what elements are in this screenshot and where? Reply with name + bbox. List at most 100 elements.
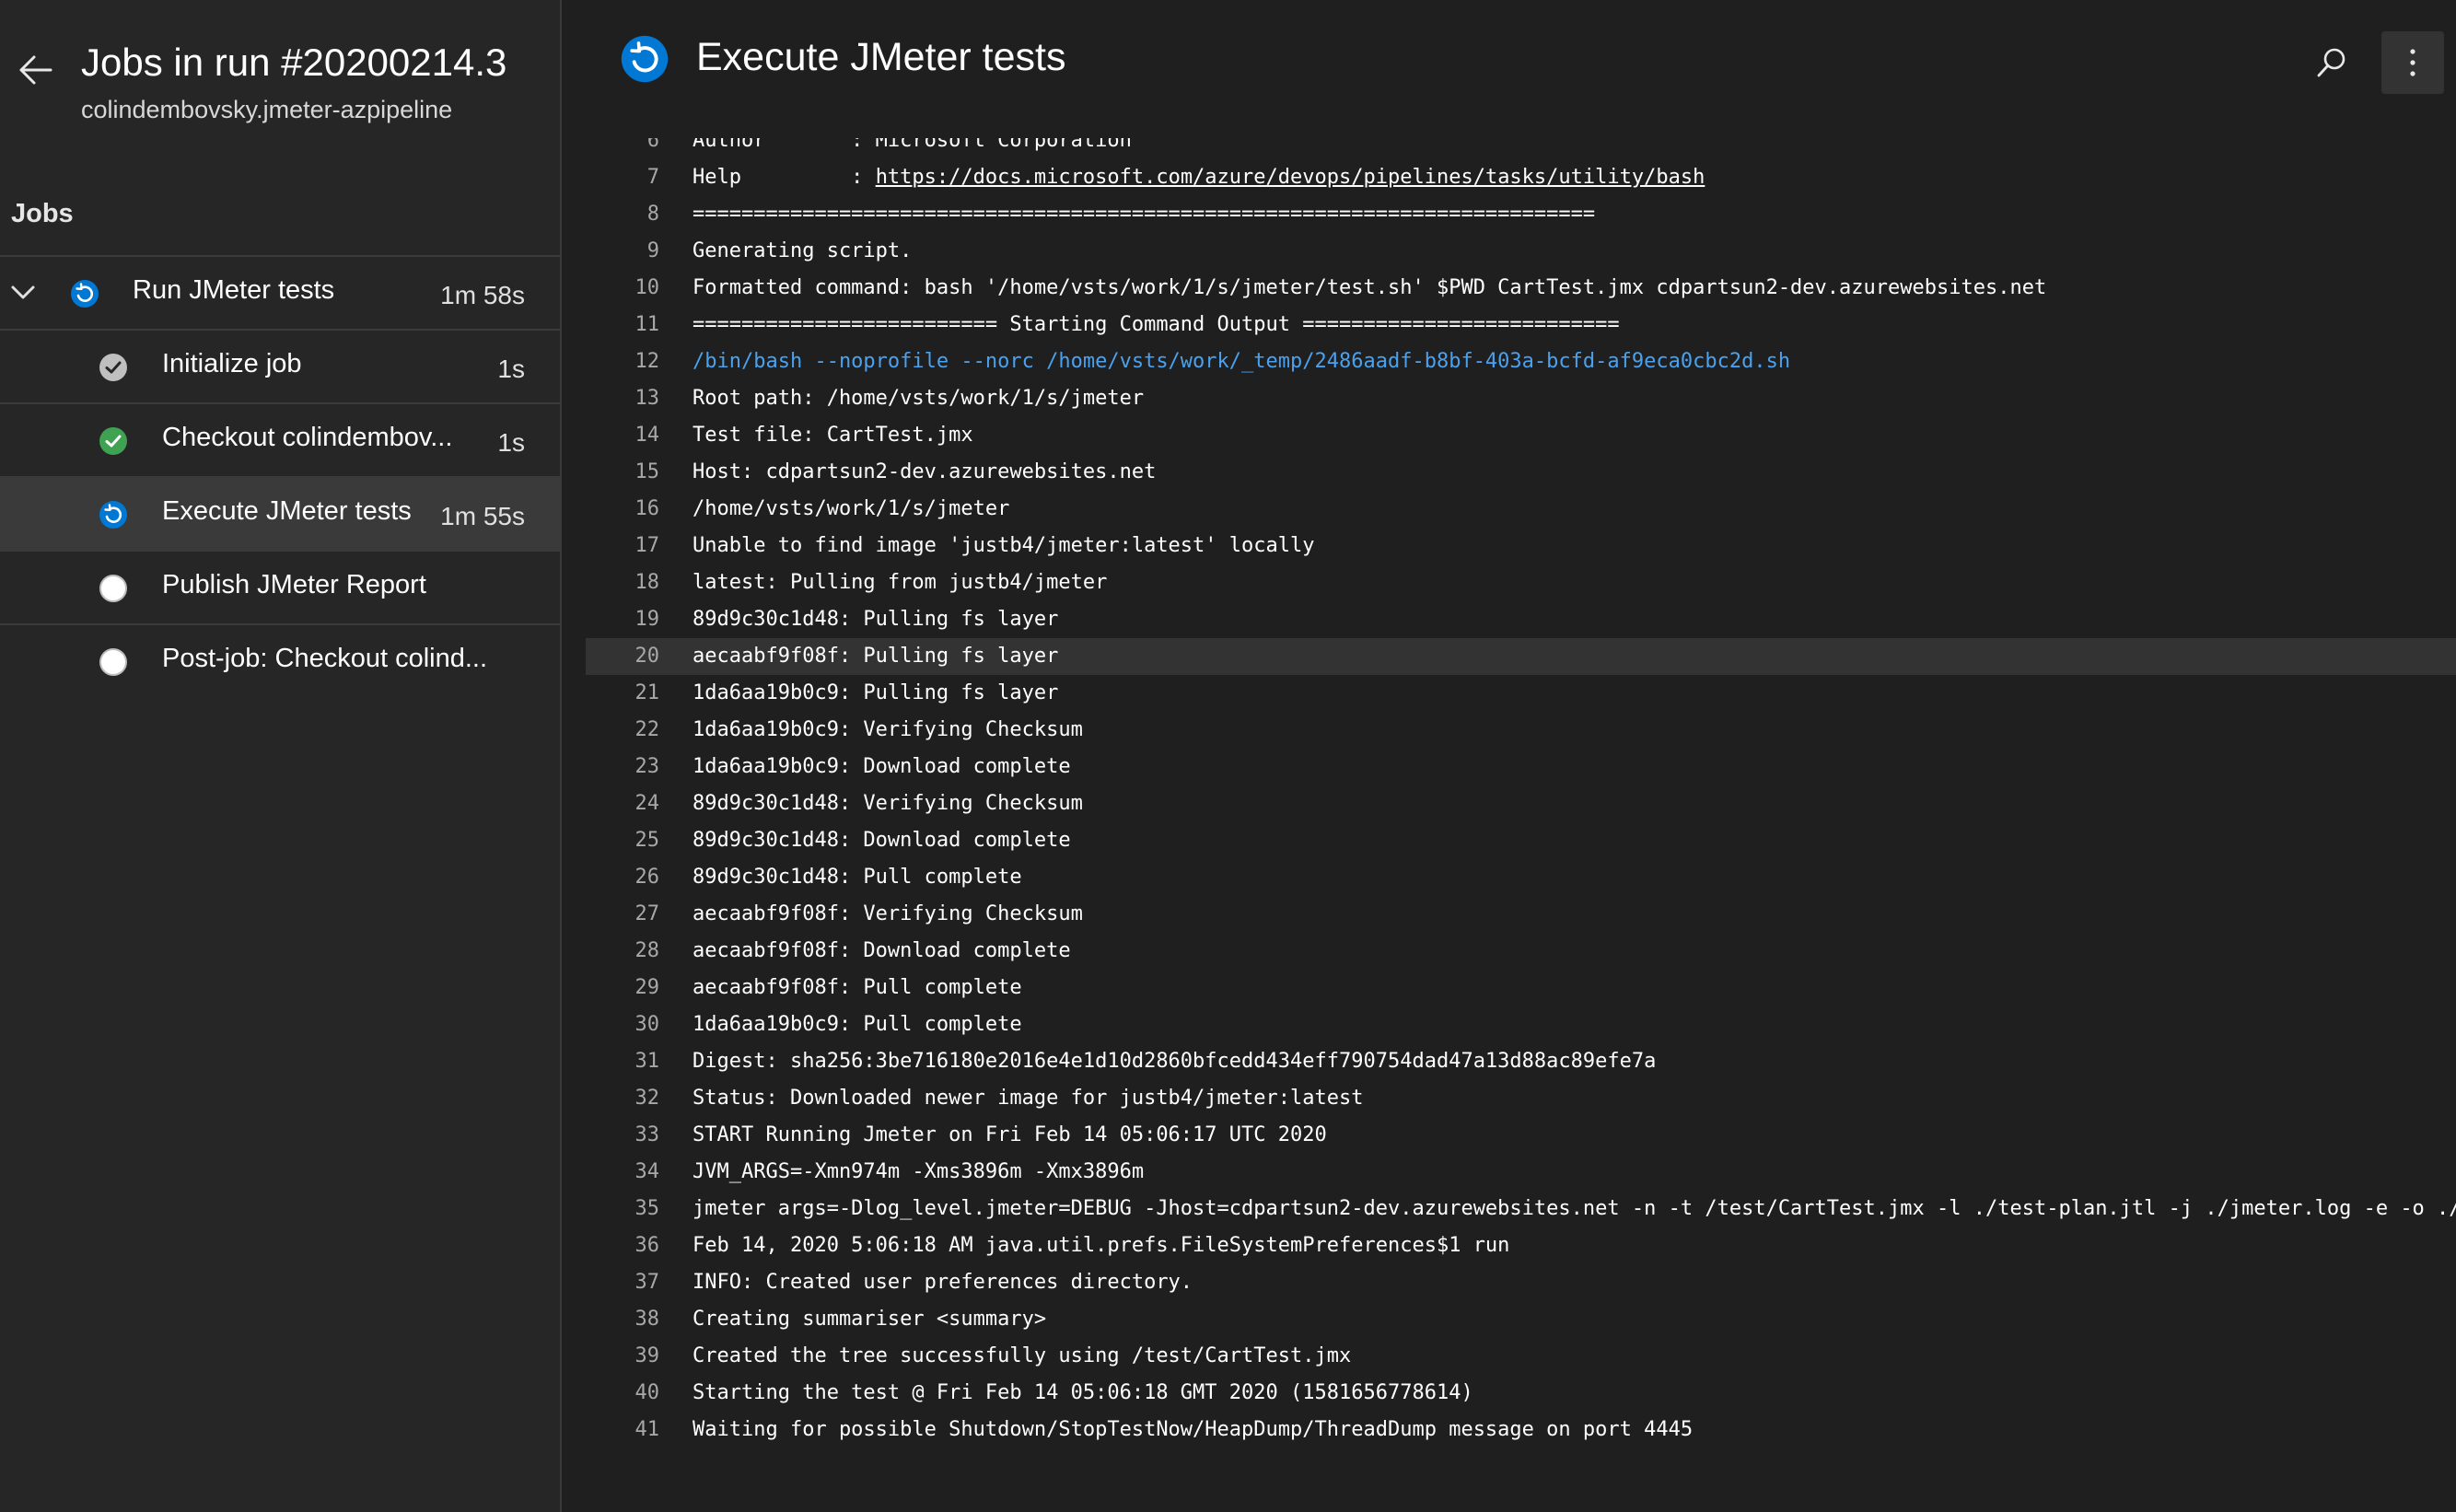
log-output[interactable]: 6 Author : Microsoft Corporation 7 Help : h…: [586, 138, 2456, 1512]
log-line-number: 40: [634, 1381, 660, 1404]
log-line[interactable]: 25 89d9c30c1d48: Download complete: [586, 822, 2456, 859]
log-line-text: aecaabf9f08f: Download complete: [693, 939, 1071, 962]
log-line-text: Feb 14, 2020 5:06:18 AM java.util.prefs.…: [693, 1234, 1510, 1257]
log-line-text: jmeter args=-Dlog_level.jmeter=DEBUG -Jh…: [693, 1197, 2456, 1220]
log-line[interactable]: 28 aecaabf9f08f: Download complete: [586, 933, 2456, 970]
log-line-text: Generating script.: [693, 239, 913, 262]
log-line[interactable]: 41 Waiting for possible Shutdown/StopTest…: [586, 1412, 2456, 1448]
log-line-text: 89d9c30c1d48: Pulling fs layer: [693, 608, 1059, 631]
log-line-number: 12: [634, 350, 660, 373]
log-line[interactable]: 17 Unable to find image 'justb4/jmeter:la…: [586, 528, 2456, 564]
running-status-icon: [621, 35, 669, 83]
log-line-text: Root path: /home/vsts/work/1/s/jmeter: [693, 387, 1145, 410]
log-line-text: START Running Jmeter on Fri Feb 14 05:06…: [693, 1123, 1327, 1146]
log-line[interactable]: 40 Starting the test @ Fri Feb 14 05:06:1…: [586, 1375, 2456, 1412]
log-line-text: INFO: Created user preferences directory…: [693, 1271, 1193, 1294]
log-line-text: Waiting for possible Shutdown/StopTestNo…: [693, 1418, 1694, 1441]
log-line-number: 35: [634, 1197, 660, 1220]
log-line-number: 36: [634, 1234, 660, 1257]
log-line-number: 39: [634, 1344, 660, 1367]
step-publish-jmeter-report[interactable]: Publish JMeter Report: [0, 552, 560, 625]
log-line-number: 20: [634, 645, 660, 668]
log-line-text: Formatted command: bash '/home/vsts/work…: [693, 276, 2047, 299]
step-duration: 1s: [497, 355, 525, 383]
step-label: Checkout colindembov...: [162, 423, 453, 452]
log-line[interactable]: 22 1da6aa19b0c9: Verifying Checksum: [586, 712, 2456, 749]
log-line[interactable]: 11 ========================= Starting Com…: [586, 307, 2456, 343]
log-line[interactable]: 12/bin/bash --noprofile --norc /home/vst…: [586, 343, 2456, 380]
log-line[interactable]: 36 Feb 14, 2020 5:06:18 AM java.util.pref…: [586, 1227, 2456, 1264]
log-command-text: /bin/bash --noprofile --norc /home/vsts/…: [693, 350, 1791, 373]
running-status-icon: [99, 501, 127, 529]
log-line[interactable]: 13 Root path: /home/vsts/work/1/s/jmeter: [586, 380, 2456, 417]
log-line-number: 8: [646, 203, 659, 226]
log-line[interactable]: 19 89d9c30c1d48: Pulling fs layer: [586, 601, 2456, 638]
log-line-number: 37: [634, 1271, 660, 1294]
log-line[interactable]: 21 1da6aa19b0c9: Pulling fs layer: [586, 675, 2456, 712]
step-duration: 1s: [497, 428, 525, 457]
log-line[interactable]: 30 1da6aa19b0c9: Pull complete: [586, 1006, 2456, 1043]
log-line[interactable]: 31 Digest: sha256:3be716180e2016e4e1d10d2…: [586, 1043, 2456, 1080]
log-line[interactable]: 32 Status: Downloaded newer image for jus…: [586, 1080, 2456, 1117]
log-line[interactable]: 34 JVM_ARGS=-Xmn974m -Xms3896m -Xmx3896m: [586, 1154, 2456, 1191]
step-initialize-job[interactable]: Initialize job 1s: [0, 331, 560, 404]
log-line[interactable]: 7 Help : https://docs.microsoft.com/azure…: [586, 159, 2456, 196]
log-line[interactable]: 20 aecaabf9f08f: Pulling fs layer: [586, 638, 2456, 675]
log-line-number: 24: [634, 792, 660, 815]
log-line-number: 16: [634, 497, 660, 520]
log-line-number: 28: [634, 939, 660, 962]
arrow-left-icon: [19, 55, 52, 85]
log-line-text: Status: Downloaded newer image for justb…: [693, 1087, 1364, 1110]
log-line-number: 18: [634, 571, 660, 594]
log-lines: 6 Author : Microsoft Corporation 7 Help : h…: [586, 138, 2456, 1448]
job-group-run-jmeter-tests[interactable]: Run JMeter tests 1m 58s: [0, 257, 560, 331]
search-button[interactable]: [2310, 41, 2354, 85]
log-line[interactable]: 9 Generating script.: [586, 233, 2456, 270]
more-options-button[interactable]: [2381, 31, 2444, 94]
log-line[interactable]: 24 89d9c30c1d48: Verifying Checksum: [586, 785, 2456, 822]
check-circle-icon: [99, 427, 127, 455]
running-status-icon: [71, 280, 99, 308]
log-line-text: aecaabf9f08f: Pull complete: [693, 976, 1022, 999]
log-line[interactable]: 18 latest: Pulling from justb4/jmeter: [586, 564, 2456, 601]
log-line[interactable]: 10 Formatted command: bash '/home/vsts/wo…: [586, 270, 2456, 307]
log-line-text: Creating summariser <summary>: [693, 1308, 1047, 1331]
log-line[interactable]: 35 jmeter args=-Dlog_level.jmeter=DEBUG -…: [586, 1191, 2456, 1227]
log-line-text: Created the tree successfully using /tes…: [693, 1344, 1352, 1367]
log-line-number: 10: [634, 276, 660, 299]
log-line[interactable]: 33 START Running Jmeter on Fri Feb 14 05:…: [586, 1117, 2456, 1154]
log-line-number: 7: [646, 166, 659, 189]
log-line[interactable]: 23 1da6aa19b0c9: Download complete: [586, 749, 2456, 785]
log-line-number: 33: [634, 1123, 660, 1146]
log-line[interactable]: 16/home/vsts/work/1/s/jmeter: [586, 491, 2456, 528]
log-line-text: Author : Microsoft Corporation: [693, 138, 1132, 152]
log-line[interactable]: 27 aecaabf9f08f: Verifying Checksum: [586, 896, 2456, 933]
log-line-number: 29: [634, 976, 660, 999]
log-line[interactable]: 8 =======================================…: [586, 196, 2456, 233]
log-line[interactable]: 14 Test file: CartTest.jmx: [586, 417, 2456, 454]
step-label: Post-job: Checkout colind...: [162, 644, 488, 673]
log-line[interactable]: 6 Author : Microsoft Corporation: [586, 138, 2456, 159]
log-line-number: 19: [634, 608, 660, 631]
step-execute-jmeter-tests[interactable]: Execute JMeter tests 1m 55s: [0, 478, 560, 552]
log-line-prefix: Help :: [693, 166, 876, 189]
log-line[interactable]: 26 89d9c30c1d48: Pull complete: [586, 859, 2456, 896]
log-line[interactable]: 38 Creating summariser <summary>: [586, 1301, 2456, 1338]
log-line-text: ========================================…: [693, 203, 1596, 226]
log-line[interactable]: 39 Created the tree successfully using /t…: [586, 1338, 2456, 1375]
log-line[interactable]: 37 INFO: Created user preferences directo…: [586, 1264, 2456, 1301]
check-circle-icon: [99, 354, 127, 381]
step-checkout[interactable]: Checkout colindembov... 1s: [0, 404, 560, 478]
step-post-job-checkout[interactable]: Post-job: Checkout colind...: [0, 625, 560, 697]
back-button[interactable]: [15, 50, 55, 90]
log-line-text: 1da6aa19b0c9: Download complete: [693, 755, 1071, 778]
log-line-number: 13: [634, 387, 660, 410]
log-line[interactable]: 15 Host: cdpartsun2-dev.azurewebsites.net: [586, 454, 2456, 491]
log-line[interactable]: 29 aecaabf9f08f: Pull complete: [586, 970, 2456, 1006]
log-line-text: ========================= Starting Comma…: [693, 313, 1620, 336]
log-line-number: 32: [634, 1087, 660, 1110]
log-line-text: Unable to find image 'justb4/jmeter:late…: [693, 534, 1315, 557]
chevron-down-icon[interactable]: [9, 279, 37, 307]
help-link[interactable]: https://docs.microsoft.com/azure/devops/…: [876, 166, 1705, 189]
log-line-text: Test file: CartTest.jmx: [693, 424, 973, 447]
